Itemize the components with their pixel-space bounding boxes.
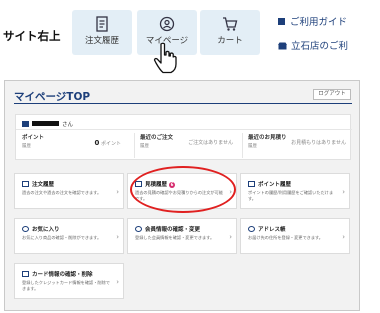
chevron-right-icon: › bbox=[342, 233, 345, 241]
heart-icon bbox=[22, 226, 29, 232]
highlight-ellipse bbox=[130, 166, 236, 213]
card-title: 会員情報の確認・変更 bbox=[135, 225, 200, 233]
card-title: ポイント履歴 bbox=[248, 180, 291, 188]
document-icon bbox=[22, 181, 29, 187]
card-title: アドレス帳 bbox=[248, 225, 286, 233]
card-favorites[interactable]: お気に入り お気に入り商品の確認・削除ができます。 › bbox=[14, 218, 124, 254]
card-order-history[interactable]: 注文履歴 過去の注文や過去の注文を確認できます。 › bbox=[14, 173, 124, 209]
card-address-book[interactable]: アドレス帳 お届け先の住所を登録・変更できます。 › bbox=[240, 218, 350, 254]
points-summary: ポイント 履歴 0 ポイント bbox=[22, 133, 125, 158]
card-title-text: アドレス帳 bbox=[258, 227, 286, 233]
recent-quotes-summary: 最近のお見積り 履歴 お見積もりはありません bbox=[242, 133, 350, 158]
recent-orders-value: ご注文はありません bbox=[188, 140, 233, 146]
card-title-text: 会員情報の確認・変更 bbox=[145, 227, 201, 233]
card-description: 登録したクレジットカード情報を確認・削除できます。 bbox=[22, 280, 110, 291]
card-member-info[interactable]: 会員情報の確認・変更 登録した会員情報を確認・変更できます。 › bbox=[127, 218, 237, 254]
card-title: 注文履歴 bbox=[22, 180, 54, 188]
card-description: お気に入り商品の確認・削除ができます。 bbox=[22, 235, 102, 240]
redacted-name bbox=[32, 121, 59, 126]
chevron-right-icon: › bbox=[116, 278, 119, 286]
store-icon bbox=[278, 42, 287, 50]
user-suffix: さん bbox=[62, 122, 74, 128]
order-history-button[interactable]: 注文履歴 bbox=[72, 10, 132, 55]
receipt-icon bbox=[96, 16, 108, 32]
card-title-text: カード情報の確認・削除 bbox=[32, 272, 93, 278]
summary-divider bbox=[16, 129, 352, 130]
square-bullet-icon bbox=[278, 18, 285, 25]
card-title: カード情報の確認・削除 bbox=[22, 270, 93, 278]
points-number: 0 bbox=[94, 139, 100, 147]
page-title: マイページTOP bbox=[14, 91, 91, 103]
location-pin-icon bbox=[248, 226, 255, 232]
store-link[interactable]: 立石店のご利 bbox=[278, 38, 348, 52]
card-title-text: ポイント履歴 bbox=[258, 182, 292, 188]
cart-icon bbox=[223, 17, 238, 31]
card-description: 登録した会員情報を確認・変更できます。 bbox=[135, 235, 215, 240]
chevron-right-icon: › bbox=[342, 188, 345, 196]
logout-button[interactable]: ログアウト bbox=[313, 89, 351, 100]
point-card-icon bbox=[248, 181, 255, 187]
order-history-label: 注文履歴 bbox=[84, 36, 119, 46]
card-title-text: 注文履歴 bbox=[32, 182, 55, 188]
account-summary: さん ポイント 履歴 0 ポイント 最近のご注文 履歴 ご注文はありません 最近… bbox=[15, 114, 352, 160]
recent-orders-summary: 最近のご注文 履歴 ご注文はありません bbox=[134, 133, 237, 158]
points-value: 0 ポイント bbox=[95, 139, 121, 147]
user-circle-icon bbox=[159, 16, 175, 32]
card-point-history[interactable]: ポイント履歴 ポイントの履歴/利用履歴をご確認いただけます。 › bbox=[240, 173, 350, 209]
cart-label: カート bbox=[217, 36, 243, 46]
user-guide-link-label: ご利用ガイド bbox=[290, 17, 348, 28]
card-credit-card[interactable]: カード情報の確認・削除 登録したクレジットカード情報を確認・削除できます。 › bbox=[14, 263, 124, 299]
card-title-text: お気に入り bbox=[32, 227, 60, 233]
cart-button[interactable]: カート bbox=[200, 10, 260, 55]
annotation-label: サイト右上 bbox=[3, 29, 61, 43]
card-description: お届け先の住所を登録・変更できます。 bbox=[248, 235, 323, 240]
store-link-label: 立石店のご利 bbox=[291, 41, 349, 52]
chevron-right-icon: › bbox=[116, 233, 119, 241]
user-guide-link[interactable]: ご利用ガイド bbox=[278, 14, 347, 28]
card-description: 過去の注文や過去の注文を確認できます。 bbox=[22, 190, 102, 195]
credit-card-icon bbox=[22, 271, 29, 277]
recent-quotes-value: お見積もりはありません bbox=[291, 140, 346, 146]
user-greeting: さん bbox=[22, 120, 73, 128]
settings-icon bbox=[135, 226, 142, 232]
chevron-right-icon: › bbox=[116, 188, 119, 196]
user-card-icon bbox=[22, 121, 29, 127]
chevron-right-icon: › bbox=[229, 233, 232, 241]
card-title: お気に入り bbox=[22, 225, 60, 233]
card-description: ポイントの履歴/利用履歴をご確認いただけます。 bbox=[248, 190, 334, 201]
points-unit: ポイント bbox=[100, 141, 121, 147]
hand-pointer-icon bbox=[153, 42, 177, 74]
title-divider bbox=[14, 103, 352, 104]
